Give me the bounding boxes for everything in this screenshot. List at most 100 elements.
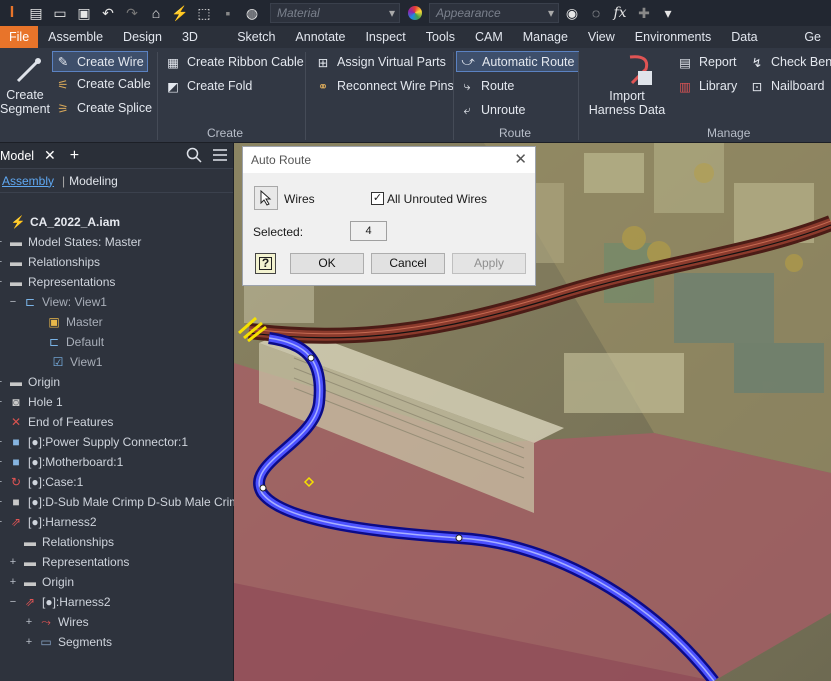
tab-annotate[interactable]: Annotate (285, 26, 355, 48)
nailboard-button[interactable]: ⊡ Nailboard (749, 78, 825, 94)
tree-node[interactable]: ▬ Relationships (8, 533, 114, 551)
expand-icon[interactable]: + (24, 616, 34, 628)
expand-icon[interactable]: + (0, 256, 4, 268)
tree-node[interactable]: −⇗ [●]:Harness2 (0, 513, 97, 531)
expand-icon[interactable]: + (8, 576, 18, 588)
tree-node[interactable]: + ■ [●]:Power Supply Connector:1 (0, 433, 188, 451)
wires-select-button[interactable] (254, 186, 278, 210)
clear-appearance-icon[interactable]: ◌ (587, 5, 605, 21)
tab-environments[interactable]: Environments (625, 26, 721, 48)
expand-icon[interactable]: + (8, 556, 18, 568)
tree-node[interactable]: + ▭ Segments (24, 633, 112, 651)
create-segment-button[interactable]: Create Segment (0, 54, 50, 116)
check-bend-button[interactable]: ↯Check Bend (749, 54, 831, 70)
tab-view[interactable]: View (578, 26, 625, 48)
tab-data-standard[interactable]: Data Standard (721, 26, 794, 66)
save-icon[interactable]: ▣ (75, 5, 93, 21)
expand-icon[interactable]: + (0, 456, 4, 468)
menu-icon[interactable] (212, 148, 228, 165)
cancel-button[interactable]: Cancel (371, 253, 445, 274)
expand-icon[interactable]: + (0, 396, 4, 408)
search-icon[interactable] (186, 147, 202, 166)
update-icon[interactable]: ⚡ (171, 5, 189, 21)
tree-node[interactable]: ▣ Master (32, 313, 102, 331)
create-wire-button[interactable]: ✎ Create Wire (52, 51, 148, 72)
select-filter-icon[interactable]: ⬚ (195, 5, 213, 21)
expand-icon[interactable]: + (0, 436, 4, 448)
close-browser-icon[interactable]: ✕ (44, 147, 56, 164)
new-file-icon[interactable]: ▤ (27, 5, 45, 21)
open-folder-icon[interactable]: ▭ (51, 5, 69, 21)
report-button[interactable]: ▤ Report (677, 54, 736, 70)
apply-button[interactable]: Apply (452, 253, 526, 274)
tree-node[interactable]: − ⊏ View: View1 (8, 293, 107, 311)
tab-file[interactable]: File (0, 26, 39, 48)
tree-node[interactable]: ⚡ CA_2022_A.iam (0, 213, 121, 231)
tree-node[interactable]: + ▬ Origin (8, 573, 74, 591)
library-button[interactable]: ▥ Library (677, 78, 737, 94)
tree-node[interactable]: + ▬ Representations (8, 553, 130, 571)
reconnect-wire-pins-button[interactable]: ⚭ Reconnect Wire Pins (315, 78, 454, 94)
collapse-icon[interactable]: − (8, 296, 18, 308)
tab-design[interactable]: Design (113, 26, 172, 48)
expand-icon[interactable]: + (0, 496, 4, 508)
tab-sketch[interactable]: Sketch (227, 26, 285, 48)
adjust-appearance-icon[interactable]: ◉ (563, 5, 581, 21)
unroute-button[interactable]: ⤶ Unroute (459, 102, 525, 118)
ball-icon[interactable]: ◍ (243, 5, 261, 21)
collapse-icon[interactable]: − (8, 596, 18, 608)
material-dropdown[interactable]: Material (270, 3, 400, 23)
home-icon[interactable]: ⌂ (147, 5, 165, 21)
add-icon[interactable]: ✚ (635, 5, 653, 21)
create-splice-button[interactable]: ⚞ Create Splice (55, 100, 152, 116)
create-cable-button[interactable]: ⚟ Create Cable (55, 76, 150, 92)
app-logo-icon[interactable]: I (3, 4, 21, 21)
expand-icon[interactable]: + (0, 236, 4, 248)
ok-button[interactable]: OK (290, 253, 364, 274)
close-icon[interactable]: ✕ (514, 147, 527, 173)
collapse-icon[interactable]: − (0, 276, 4, 288)
all-unrouted-label[interactable]: All Unrouted Wires (387, 192, 487, 206)
tab-inspect[interactable]: Inspect (355, 26, 415, 48)
tab-tools[interactable]: Tools (416, 26, 465, 48)
tree-node[interactable]: + ⤳ Wires (24, 613, 89, 631)
all-unrouted-checkbox[interactable]: ✓ (371, 192, 384, 205)
create-ribbon-cable-button[interactable]: ▦ Create Ribbon Cable (165, 54, 304, 70)
appearance-dropdown[interactable]: Appearance (429, 3, 559, 23)
customize-chevron-icon[interactable]: ▾ (659, 5, 677, 21)
expand-icon[interactable]: + (24, 636, 34, 648)
tree-node[interactable]: + ▬ Relationships (0, 253, 100, 271)
redo-icon[interactable]: ↷ (123, 5, 141, 21)
tree-node[interactable]: ☑ View1 (36, 353, 103, 371)
import-harness-data-button[interactable]: Import Harness Data (588, 52, 666, 117)
tab-manage[interactable]: Manage (513, 26, 578, 48)
tree-node[interactable]: + ■ [●]:D-Sub Male Crimp D-Sub Male Crimp … (0, 493, 265, 511)
route-button[interactable]: ⤷ Route (459, 78, 514, 94)
expand-icon[interactable]: + (0, 376, 4, 388)
appearance-color-icon[interactable] (406, 5, 424, 21)
help-button[interactable]: ? (255, 253, 276, 274)
fx-icon[interactable]: fx (611, 5, 629, 21)
add-browser-tab-icon[interactable]: + (70, 147, 79, 165)
group-icon[interactable]: ▪ (219, 5, 237, 21)
undo-icon[interactable]: ↶ (99, 5, 117, 21)
tab-modeling[interactable]: Modeling (69, 174, 118, 188)
tree-node[interactable]: + ◙ Hole 1 (0, 393, 63, 411)
tab-3d-model[interactable]: 3D Model (172, 26, 227, 66)
automatic-route-button[interactable]: ⤻ Automatic Route (456, 51, 580, 72)
tree-node[interactable]: + ↻ [●]:Case:1 (0, 473, 83, 491)
tree-node[interactable]: + ■ [●]:Motherboard:1 (0, 453, 123, 471)
tree-node[interactable]: ✕ End of Features (0, 413, 113, 431)
tab-ge[interactable]: Ge (794, 26, 831, 48)
assign-virtual-parts-button[interactable]: ⊞ Assign Virtual Parts (315, 54, 446, 70)
tree-node[interactable]: −▬ Representations (0, 273, 115, 291)
tree-node[interactable]: ⊏ Default (32, 333, 104, 351)
collapse-icon[interactable]: − (0, 516, 4, 528)
tree-node[interactable]: + ▬ Model States: Master (0, 233, 141, 251)
create-fold-button[interactable]: ◩ Create Fold (165, 78, 252, 94)
tab-cam[interactable]: CAM (465, 26, 513, 48)
tree-node[interactable]: + ▬ Origin (0, 373, 60, 391)
tree-node[interactable]: −⇗ [●]:Harness2 (8, 593, 111, 611)
tab-assembly[interactable]: Assembly (2, 174, 54, 188)
expand-icon[interactable]: + (0, 476, 4, 488)
